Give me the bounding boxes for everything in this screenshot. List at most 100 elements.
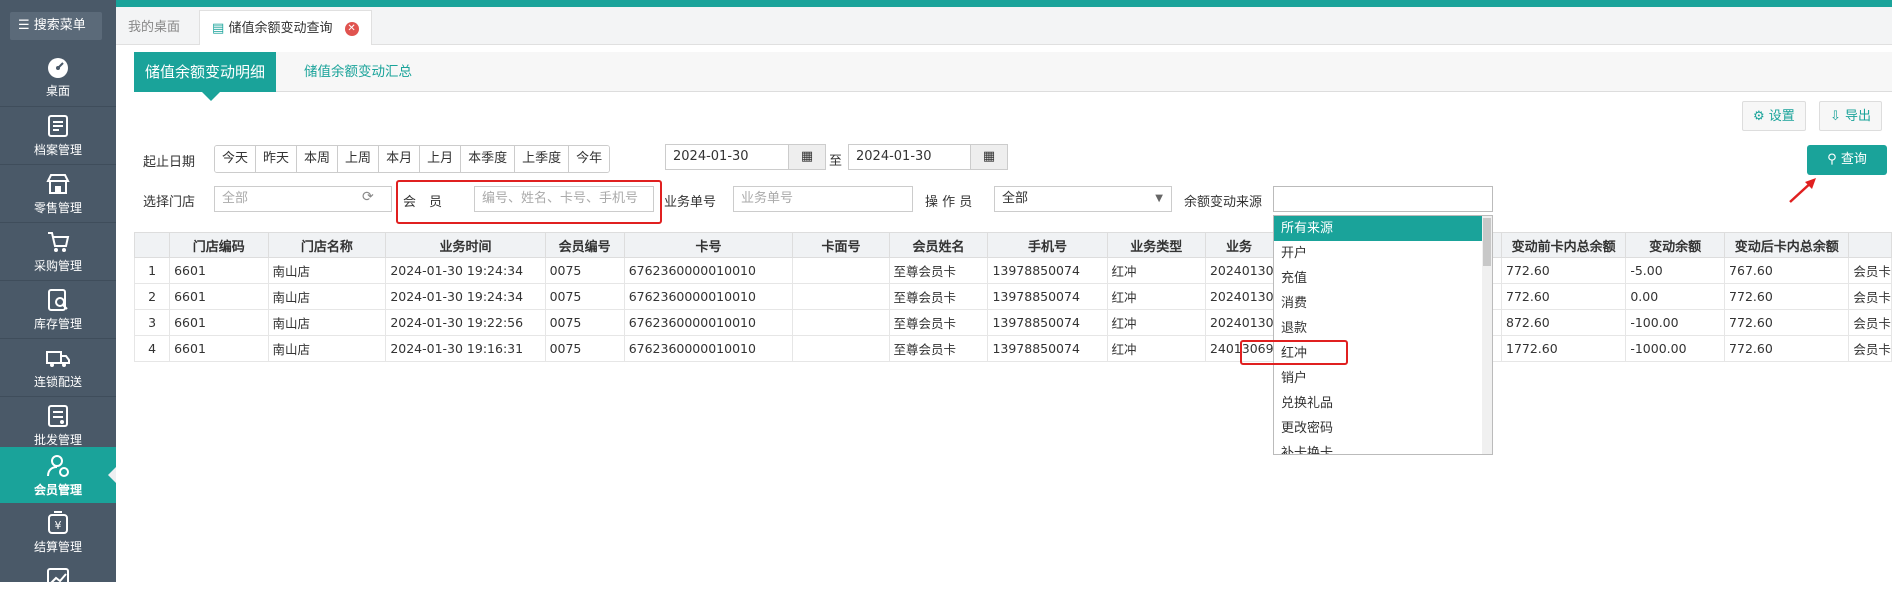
date-to-input[interactable]: 2024-01-30 [848,144,974,170]
header-balance-before[interactable]: 变动前卡内总余额 [1500,232,1627,258]
date-from-input[interactable]: 2024-01-30 [665,144,791,170]
store-icon [46,174,70,194]
document-icon: ▤ [212,21,225,36]
quick-date-last-week[interactable]: 上周 [338,146,380,172]
header-balance-after[interactable]: 变动后卡内总余额 [1724,232,1850,258]
option-change-password[interactable]: 更改密码 [1274,416,1492,441]
archive-icon [48,115,68,137]
calendar-icon[interactable]: ▦ [788,144,826,170]
export-icon: ⇩ [1830,109,1841,124]
sidebar-item-label: 连锁配送 [33,375,82,389]
quick-date-yesterday[interactable]: 昨天 [256,146,298,172]
option-consume[interactable]: 消费 [1274,291,1492,316]
red-arrow-annotation [1789,178,1816,203]
sidebar-item-label: 结算管理 [33,540,82,554]
table-row[interactable]: 2 6601 南山店 2024-01-30 19:24:34 0075 6762… [133,283,1892,310]
quick-date-this-week[interactable]: 本周 [297,146,339,172]
source-select[interactable] [1273,186,1493,212]
sidebar-item-label: 会员管理 [33,483,82,497]
date-to-separator: 至 [829,154,843,169]
quick-date-this-quarter[interactable]: 本季度 [461,146,516,172]
quick-date-last-month[interactable]: 上月 [420,146,462,172]
option-redeem-gift[interactable]: 兑换礼品 [1274,391,1492,416]
cart-icon [48,232,70,252]
header-card-face-no[interactable]: 卡面号 [792,232,890,258]
quick-date-selector: 今天 昨天 本周 上周 本月 上月 本季度 上季度 今年 [214,145,611,173]
header-member-name[interactable]: 会员姓名 [888,232,989,258]
inventory-icon [48,289,68,311]
table-row[interactable]: 1 6601 南山店 2024-01-30 19:24:34 0075 6762… [133,257,1892,284]
dashboard-icon [48,58,68,78]
tab-my-desktop[interactable]: 我的桌面 [116,10,192,45]
sidebar-item-label: 库存管理 [33,317,82,331]
sidebar-item-label: 采购管理 [33,259,82,273]
business-no-input[interactable]: 业务单号 [733,186,913,212]
option-recharge[interactable]: 充值 [1274,266,1492,291]
header-balance-change[interactable]: 变动余额 [1625,232,1726,258]
truck-icon [46,351,70,367]
source-dropdown-list: 所有来源 开户 充值 消费 退款 红冲 销户 兑换礼品 更改密码 补卡换卡 [1273,215,1493,455]
calendar-icon[interactable]: ▦ [970,144,1008,170]
table-row[interactable]: 3 6601 南山店 2024-01-30 19:22:56 0075 6762… [133,309,1892,336]
operator-select[interactable]: 全部 ▼ [994,186,1172,212]
option-all-sources[interactable]: 所有来源 [1274,216,1492,241]
sidebar-item-archive[interactable]: 档案管理 [0,107,116,163]
header-biz-time[interactable]: 业务时间 [385,232,546,258]
search-menu-label: 搜索菜单 [33,18,86,33]
option-refund[interactable]: 退款 [1274,316,1492,341]
sidebar-item-chart[interactable] [0,560,116,616]
header-member-no[interactable]: 会员编号 [544,232,625,258]
header-index [133,232,171,258]
sidebar-item-delivery[interactable]: 连锁配送 [0,339,116,395]
business-no-label: 业务单号 [664,195,717,210]
table-row[interactable]: 4 6601 南山店 2024-01-30 19:16:31 0075 6762… [133,335,1892,362]
option-close-account[interactable]: 销户 [1274,366,1492,391]
date-range-label: 起止日期 [143,155,196,170]
sidebar-item-settlement[interactable]: ¥ 结算管理 [0,504,116,560]
header-phone[interactable]: 手机号 [987,232,1108,258]
sidebar-item-member[interactable]: 会员管理 [0,447,116,503]
wholesale-icon [48,405,68,427]
header-biz-type[interactable]: 业务类型 [1106,232,1206,258]
sidebar-item-label: 档案管理 [33,143,82,157]
subtab-bar: 储值余额变动明细 储值余额变动汇总 [134,52,1892,101]
sidebar-item-purchase[interactable]: 采购管理 [0,223,116,279]
tab-balance-detail[interactable]: 储值余额变动明细 [134,52,277,101]
quick-date-this-year[interactable]: 今年 [569,146,610,172]
option-open-account[interactable]: 开户 [1274,241,1492,266]
header-extra[interactable] [1848,232,1892,258]
sidebar-item-label: 桌面 [45,84,70,98]
tab-balance-summary[interactable]: 储值余额变动汇总 [293,52,423,92]
top-accent-bar [0,0,1892,7]
dropdown-scrollbar[interactable] [1482,216,1492,454]
option-replace-card[interactable]: 补卡换卡 [1274,441,1492,454]
close-icon[interactable]: ✕ [344,21,359,36]
refresh-icon[interactable]: ⟳ [362,189,374,205]
data-table: 门店编码 门店名称 业务时间 会员编号 卡号 卡面号 会员姓名 手机号 业务类型… [133,232,1892,362]
operator-label: 操 作 员 [925,195,973,210]
sidebar-item-retail[interactable]: 零售管理 [0,165,116,221]
settings-button[interactable]: ⚙ 设置 [1742,101,1806,131]
quick-date-last-quarter[interactable]: 上季度 [515,146,570,172]
sidebar-item-label: 零售管理 [33,201,82,215]
tab-balance-query[interactable]: ▤ 储值余额变动查询 ✕ [199,10,372,45]
query-button[interactable]: ⚲ 查询 [1807,145,1887,175]
search-icon: ⚲ [1827,152,1837,167]
quick-date-today[interactable]: 今天 [215,146,257,172]
header-store-code[interactable]: 门店编码 [169,232,269,258]
sidebar-item-inventory[interactable]: 库存管理 [0,281,116,337]
sidebar: ☰ 搜索菜单 桌面 档案管理 零售管理 采购管理 库存管理 连锁配送 批发管理 … [0,0,116,590]
search-menu-button[interactable]: ☰ 搜索菜单 [10,12,102,40]
quick-date-this-month[interactable]: 本月 [379,146,421,172]
sidebar-item-desktop[interactable]: 桌面 [0,48,116,104]
export-button[interactable]: ⇩ 导出 [1819,101,1883,131]
sidebar-item-wholesale[interactable]: 批发管理 [0,397,116,453]
table-header-row: 门店编码 门店名称 业务时间 会员编号 卡号 卡面号 会员姓名 手机号 业务类型… [133,232,1892,258]
source-label: 余额变动来源 [1184,195,1263,210]
chart-icon [47,568,69,590]
header-store-name[interactable]: 门店名称 [267,232,387,258]
svg-text:¥: ¥ [55,519,62,532]
sidebar-item-label: 批发管理 [33,433,82,447]
member-icon [47,455,69,477]
header-card-no[interactable]: 卡号 [623,232,794,258]
